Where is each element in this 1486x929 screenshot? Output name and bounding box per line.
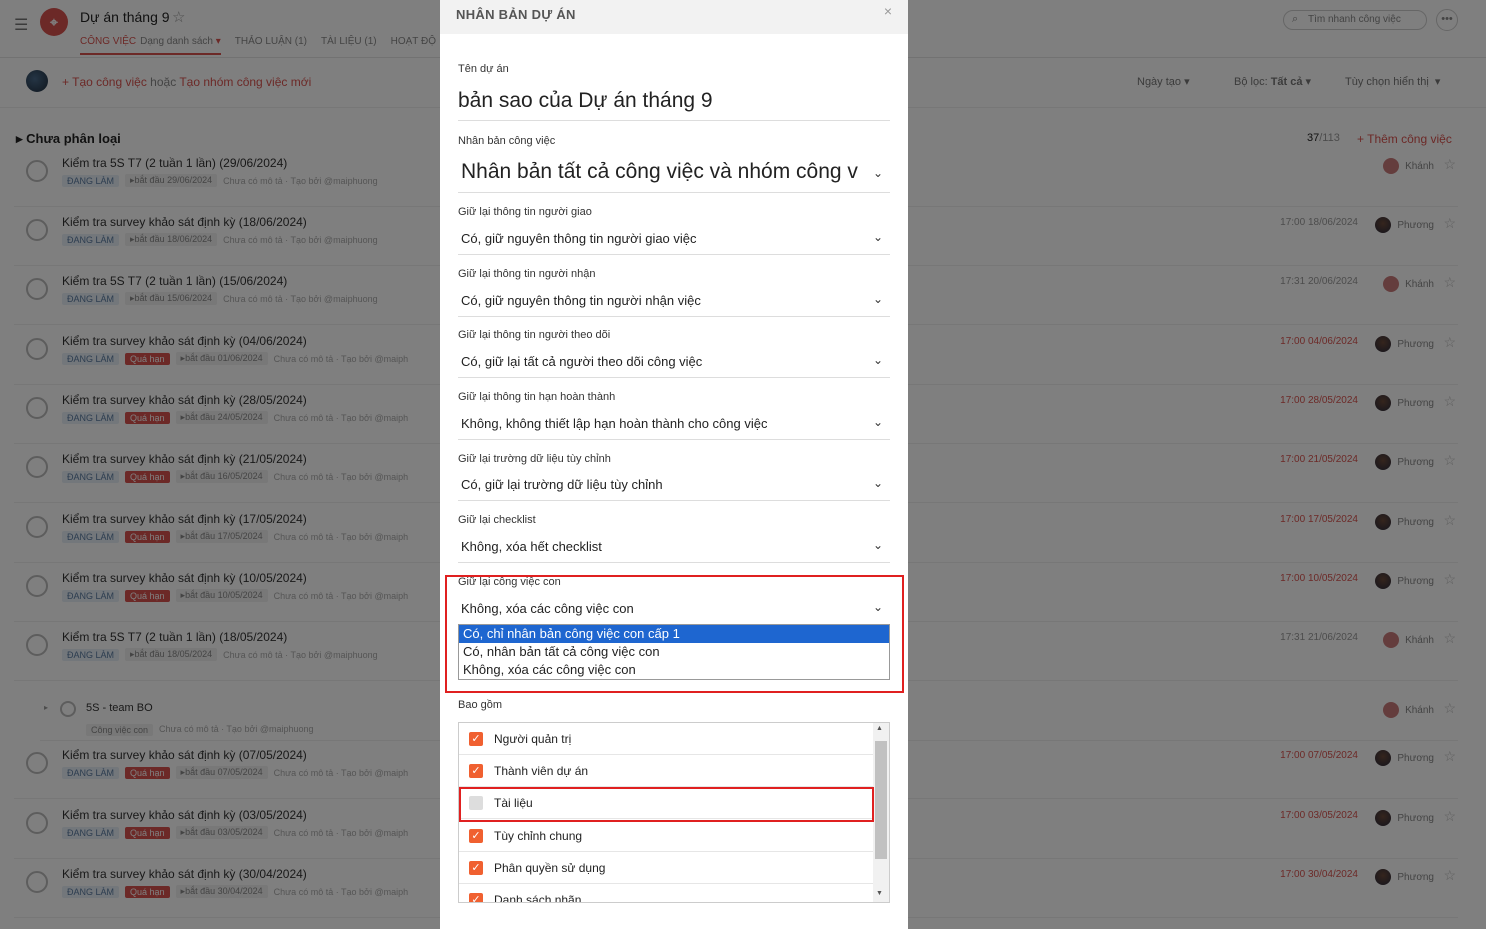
custom-field-select[interactable]: Có, giữ lại trường dữ liệu tùy chỉnh xyxy=(461,477,663,492)
assigner-label: Giữ lại thông tin người giao xyxy=(458,206,592,218)
assignee-label: Giữ lại thông tin người nhận xyxy=(458,268,596,280)
include-item-admins[interactable]: ✓ Người quản trị xyxy=(459,723,873,755)
include-item-members[interactable]: ✓ Thành viên dự án xyxy=(459,755,873,787)
checkbox-checked[interactable]: ✓ xyxy=(469,829,483,843)
scroll-thumb[interactable] xyxy=(875,741,887,859)
include-item-general-settings[interactable]: ✓ Tùy chỉnh chung xyxy=(459,820,873,852)
deadline-select[interactable]: Không, không thiết lập hạn hoàn thành ch… xyxy=(461,416,767,431)
include-item-permissions[interactable]: ✓ Phân quyền sử dụng xyxy=(459,852,873,884)
highlight-subtask-box xyxy=(445,575,904,693)
scroll-down-icon[interactable]: ▼ xyxy=(876,890,883,897)
modal-title: NHÂN BẢN DỰ ÁN xyxy=(456,7,576,22)
chevron-down-icon[interactable]: ⌄ xyxy=(873,166,883,180)
close-icon[interactable]: × xyxy=(884,3,892,19)
modal-header: NHÂN BẢN DỰ ÁN × xyxy=(440,0,908,34)
chevron-down-icon[interactable]: ⌄ xyxy=(873,230,883,244)
checkbox-checked[interactable]: ✓ xyxy=(469,764,483,778)
chevron-down-icon[interactable]: ⌄ xyxy=(873,292,883,306)
chevron-down-icon[interactable]: ⌄ xyxy=(873,476,883,490)
checkbox-checked[interactable]: ✓ xyxy=(469,893,483,902)
clone-tasks-select[interactable]: Nhân bản tất cả công việc và nhóm công v xyxy=(461,160,869,184)
checkbox-checked[interactable]: ✓ xyxy=(469,861,483,875)
chevron-down-icon[interactable]: ⌄ xyxy=(873,353,883,367)
scrollbar[interactable]: ▲ ▼ xyxy=(873,723,889,902)
assignee-select[interactable]: Có, giữ nguyên thông tin người nhận việc xyxy=(461,293,701,308)
highlight-documents-box xyxy=(459,787,874,822)
deadline-label: Giữ lại thông tin hạn hoàn thành xyxy=(458,391,616,403)
include-label: Bao gồm xyxy=(458,699,503,711)
project-name-input[interactable]: bản sao của Dự án tháng 9 xyxy=(458,89,713,113)
checkbox-checked[interactable]: ✓ xyxy=(469,732,483,746)
project-name-label: Tên dự án xyxy=(458,63,509,75)
checklist-select[interactable]: Không, xóa hết checklist xyxy=(461,539,602,554)
assigner-select[interactable]: Có, giữ nguyên thông tin người giao việc xyxy=(461,231,697,246)
chevron-down-icon[interactable]: ⌄ xyxy=(873,538,883,552)
follower-label: Giữ lại thông tin người theo dõi xyxy=(458,329,611,341)
scroll-up-icon[interactable]: ▲ xyxy=(876,725,883,732)
clone-tasks-label: Nhân bản công việc xyxy=(458,135,556,147)
follower-select[interactable]: Có, giữ lại tất cả người theo dõi công v… xyxy=(461,354,702,369)
include-item-labels[interactable]: ✓ Danh sách nhãn xyxy=(459,884,873,902)
clone-project-modal: NHÂN BẢN DỰ ÁN × Tên dự án bản sao của D… xyxy=(440,0,908,929)
checklist-label: Giữ lại checklist xyxy=(458,514,536,526)
chevron-down-icon[interactable]: ⌄ xyxy=(873,415,883,429)
custom-field-label: Giữ lại trường dữ liệu tùy chỉnh xyxy=(458,453,611,465)
